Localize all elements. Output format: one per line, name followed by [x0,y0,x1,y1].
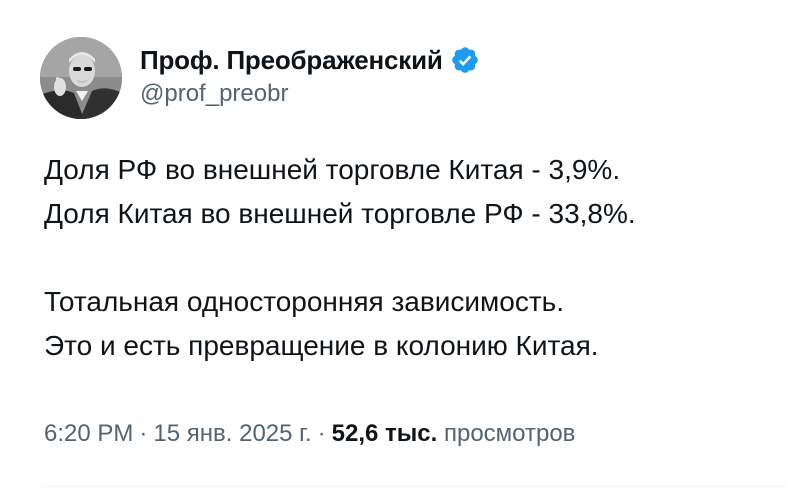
tweet-text-line: Это и есть превращение в колонию Китая. [44,330,599,361]
author-block: Проф. Преображенский @prof_preobr [140,44,480,108]
views-label: просмотров [443,420,576,447]
tweet: Проф. Преображенский @prof_preobr Доля Р… [0,0,786,492]
user-handle[interactable]: @prof_preobr [140,80,480,108]
avatar-photo-icon [40,37,122,119]
avatar[interactable] [40,37,122,119]
separator: · [317,420,326,447]
tweet-text: Доля РФ во внешней торговле Китая - 3,9%… [44,148,774,368]
tweet-text-line: Доля РФ во внешней торговле Китая - 3,9%… [44,154,621,185]
tweet-text-line: Доля Китая во внешней торговле РФ - 33,8… [44,198,636,229]
divider [44,486,786,487]
tweet-text-line: Тотальная односторонняя зависимость. [44,286,565,317]
separator: · [139,420,148,447]
tweet-time[interactable]: 6:20 PM [44,420,133,447]
verified-badge-icon[interactable] [450,45,480,75]
tweet-meta: 6:20 PM · 15 янв. 2025 г. · 52,6 тыс. просмо… [44,420,575,448]
name-row: Проф. Преображенский [140,44,480,76]
tweet-date[interactable]: 15 янв. 2025 г. [153,420,311,447]
views-count: 52,6 тыс. [331,420,438,447]
display-name[interactable]: Проф. Преображенский [140,45,443,76]
